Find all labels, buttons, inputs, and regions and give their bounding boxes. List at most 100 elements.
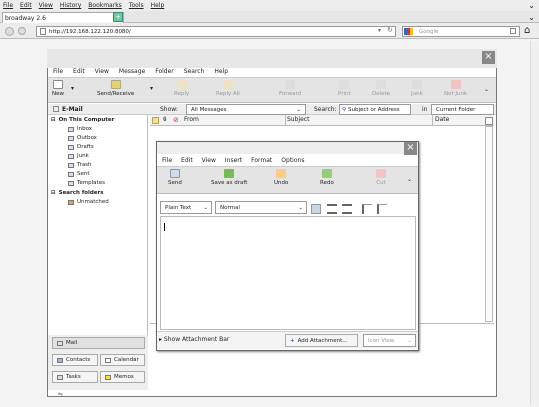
mail-menu-search[interactable]: Search: [184, 68, 205, 75]
message-body-editor[interactable]: [160, 216, 416, 330]
junk-button[interactable]: Junk: [411, 80, 423, 97]
attachment-expander[interactable]: ▸ Show Attachment Bar: [159, 336, 229, 343]
search-label: Search:: [314, 106, 337, 113]
new-tab-button[interactable]: +: [113, 12, 123, 22]
from-column-header[interactable]: From: [184, 116, 199, 123]
not-junk-button[interactable]: Not Junk: [444, 80, 467, 97]
mail-menu-edit[interactable]: Edit: [73, 68, 85, 75]
menu-edit[interactable]: Edit: [20, 2, 32, 9]
reply-label: Reply: [174, 91, 190, 97]
save-draft-button[interactable]: Save as draft: [211, 169, 247, 186]
composer-menu-options[interactable]: Options: [281, 157, 304, 164]
forward-button[interactable]: Forward: [279, 80, 301, 97]
folder-outbox[interactable]: Outbox: [68, 135, 97, 141]
delete-button[interactable]: Delete: [372, 80, 390, 97]
composer-close-button[interactable]: ×: [404, 142, 417, 155]
memos-button[interactable]: Memos: [100, 371, 145, 383]
forward-icon[interactable]: [18, 27, 26, 35]
mail-menu-message[interactable]: Message: [119, 68, 145, 75]
subject-column-header[interactable]: Subject: [287, 116, 309, 123]
undo-icon: [276, 169, 287, 178]
status-column-icon[interactable]: [152, 117, 159, 124]
page-icon: [40, 28, 46, 35]
calendar-button[interactable]: Calendar: [100, 354, 145, 366]
reply-button[interactable]: Reply: [174, 80, 189, 97]
page-scrollbar[interactable]: [530, 41, 538, 405]
back-icon[interactable]: [5, 27, 14, 36]
outdent-icon[interactable]: [362, 204, 372, 214]
date-column-header[interactable]: Date: [435, 116, 449, 123]
folder-sent[interactable]: Sent: [68, 171, 90, 177]
mail-close-button[interactable]: ×: [482, 51, 495, 64]
menu-view[interactable]: View: [39, 2, 53, 9]
align-center-icon[interactable]: [327, 204, 337, 214]
folder-label: Templates: [77, 180, 105, 186]
memos-label: Memos: [114, 374, 134, 380]
folder-drafts[interactable]: Drafts: [68, 144, 94, 150]
indent-icon[interactable]: [377, 204, 387, 214]
composer-menu-view[interactable]: View: [202, 157, 216, 164]
attachment-column-icon[interactable]: ⍬: [163, 116, 167, 124]
mail-menu-view[interactable]: View: [95, 68, 109, 75]
mail-menu-file[interactable]: File: [53, 68, 63, 75]
menu-history[interactable]: History: [60, 2, 81, 9]
composer-menu-file[interactable]: File: [162, 157, 172, 164]
search-go-icon[interactable]: [510, 28, 516, 34]
folder-templates[interactable]: Templates: [68, 180, 105, 186]
home-icon[interactable]: ⌂: [524, 25, 530, 36]
format-select[interactable]: Plain Text ⌄: [160, 201, 212, 214]
mail-search-input[interactable]: ⚲ Subject or Address: [339, 104, 411, 115]
menu-file[interactable]: File: [3, 2, 13, 9]
view-mode-select[interactable]: Icon View ⌄: [363, 334, 416, 347]
reply-all-button[interactable]: Reply All: [216, 80, 240, 97]
contacts-button[interactable]: Contacts: [52, 354, 98, 366]
folder-trash[interactable]: Trash: [68, 162, 92, 168]
toolbar-overflow-icon[interactable]: ⌄: [484, 86, 489, 93]
composer-menu-format[interactable]: Format: [251, 157, 272, 164]
scope-select[interactable]: Current Folder: [431, 104, 494, 115]
search-input[interactable]: Google: [402, 26, 520, 37]
reply-icon: [176, 80, 187, 89]
menu-bookmarks[interactable]: Bookmarks: [88, 2, 122, 9]
search-engine-icon[interactable]: [404, 28, 413, 35]
print-button[interactable]: Print: [338, 80, 351, 97]
tab-title: broadway 2.6: [5, 14, 46, 22]
drafts-icon: [68, 144, 74, 150]
folder-unmatched[interactable]: Unmatched: [68, 199, 109, 205]
search-folders-root[interactable]: ⊟ Search folders: [51, 190, 104, 196]
cut-button[interactable]: Cut: [376, 169, 386, 186]
window-chevron-icon[interactable]: ⌄: [528, 1, 535, 10]
align-right-icon[interactable]: [342, 204, 352, 214]
flag-column-icon[interactable]: ⊘: [173, 116, 179, 124]
show-filter-select[interactable]: All Messages ⌄: [186, 104, 306, 115]
reload-icon[interactable]: ↻: [387, 26, 393, 34]
column-picker-icon[interactable]: [485, 117, 493, 125]
mail-menu-folder[interactable]: Folder: [155, 68, 174, 75]
menu-tools[interactable]: Tools: [129, 2, 144, 9]
folder-inbox[interactable]: Inbox: [68, 126, 92, 132]
new-button[interactable]: New: [52, 80, 64, 97]
composer-menu-insert[interactable]: Insert: [225, 157, 242, 164]
menu-help[interactable]: Help: [151, 2, 165, 9]
url-dropdown-icon[interactable]: ▾: [378, 27, 381, 34]
message-list-scrollbar[interactable]: [485, 126, 493, 322]
composer-menu-edit[interactable]: Edit: [181, 157, 193, 164]
url-bar[interactable]: http://192.168.122.120:8080/: [36, 26, 396, 37]
composer-overflow-icon[interactable]: ⌄: [407, 176, 412, 183]
add-attachment-button[interactable]: + Add Attachment...: [285, 334, 358, 347]
send-receive-dropdown-icon[interactable]: ▾: [150, 85, 153, 92]
send-receive-button[interactable]: Send/Receive: [97, 80, 134, 97]
new-dropdown-icon[interactable]: ▾: [71, 85, 74, 92]
mail-switch-button[interactable]: Mail: [52, 337, 145, 349]
tasks-button[interactable]: Tasks: [52, 371, 98, 383]
send-button[interactable]: Send: [168, 169, 182, 186]
undo-button[interactable]: Undo: [274, 169, 288, 186]
folder-root[interactable]: ⊟ On This Computer: [51, 117, 114, 123]
tab-broadway[interactable]: broadway 2.6: [2, 12, 124, 23]
folder-junk[interactable]: Junk: [68, 153, 89, 159]
paragraph-style-select[interactable]: Normal ⌄: [215, 201, 307, 214]
align-left-icon[interactable]: [311, 204, 321, 214]
tab-list-chevron-icon[interactable]: ⌄: [528, 13, 535, 22]
mail-menu-help[interactable]: Help: [214, 68, 228, 75]
redo-button[interactable]: Redo: [320, 169, 334, 186]
